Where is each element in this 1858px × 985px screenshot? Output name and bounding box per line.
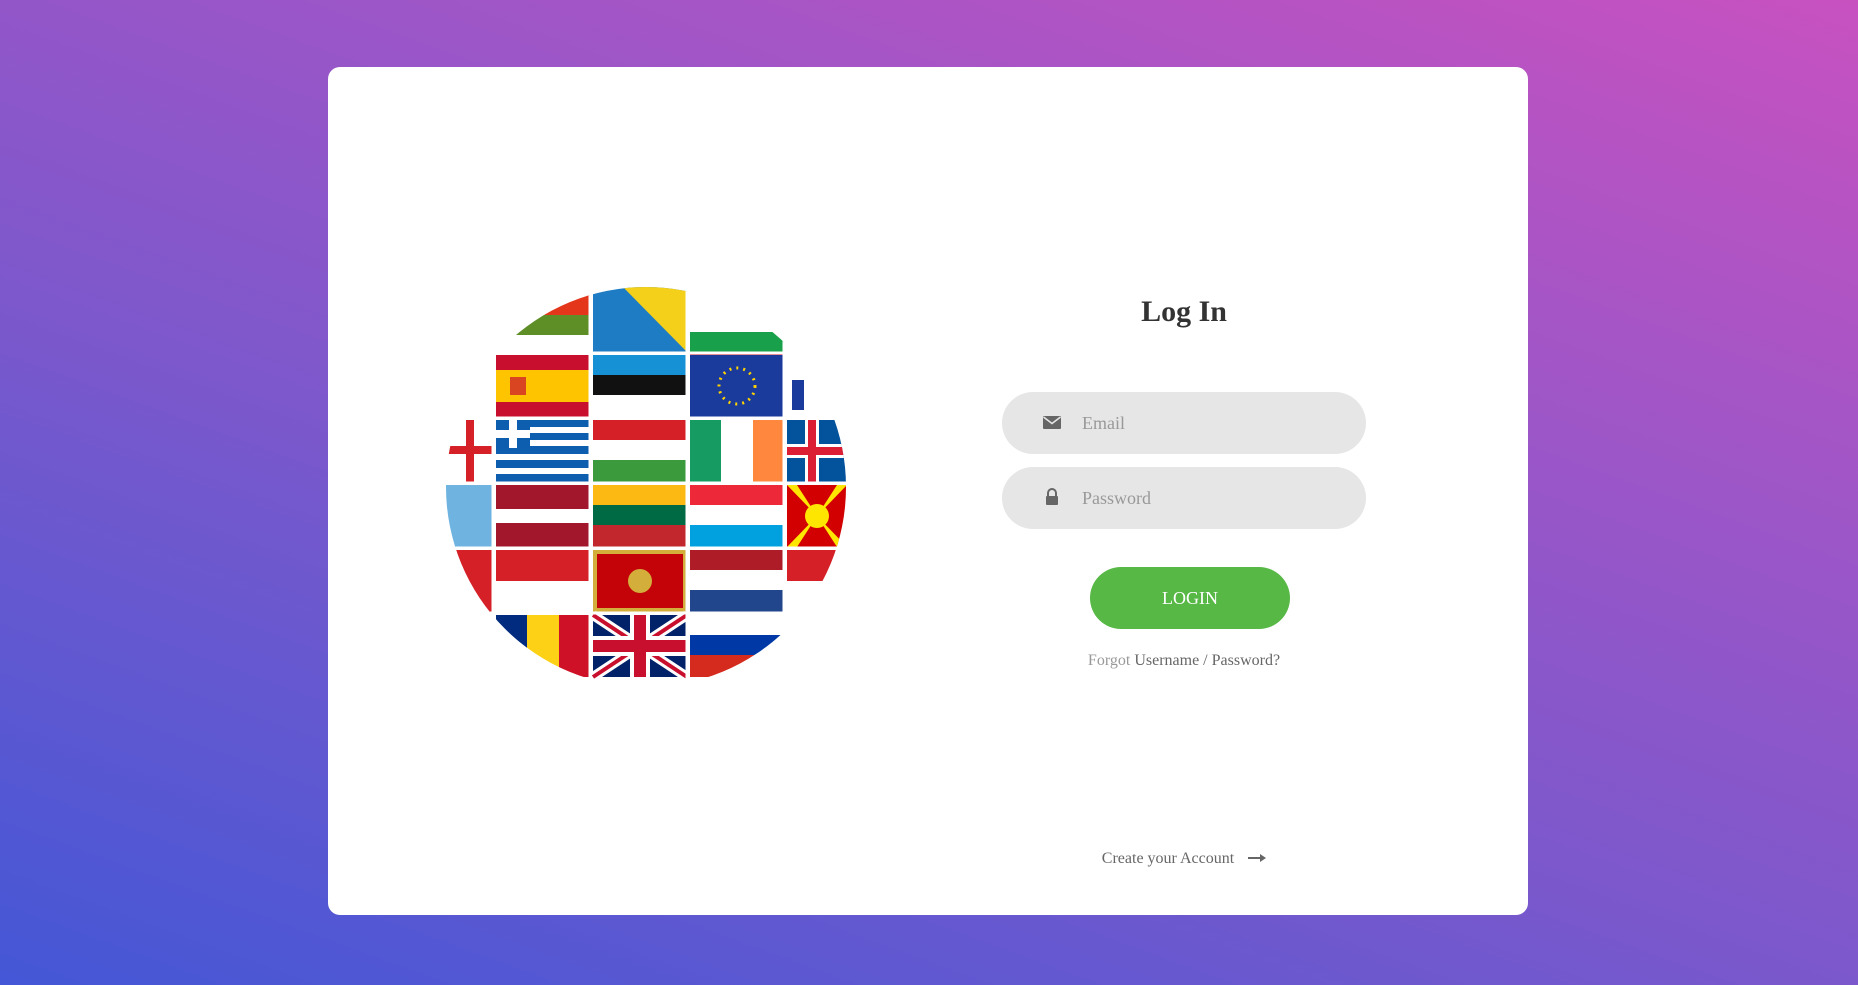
forgot-credentials: Forgot Username / Password? xyxy=(1002,652,1366,670)
lock-icon xyxy=(1042,487,1064,509)
forgot-password-link[interactable]: Password? xyxy=(1212,652,1280,669)
password-field-wrapper[interactable] xyxy=(1002,467,1366,529)
envelope-icon xyxy=(1042,412,1064,434)
forgot-prefix: Forgot xyxy=(1087,652,1131,669)
login-card: Log In LOGIN Forgot Username xyxy=(328,67,1528,915)
forgot-username-link[interactable]: Username xyxy=(1134,652,1199,669)
create-account-label: Create your Account xyxy=(1101,850,1235,867)
create-account-link[interactable]: Create your Account xyxy=(1101,850,1267,868)
arrow-right-icon xyxy=(1248,850,1267,868)
forgot-separator: / xyxy=(1203,652,1208,669)
login-button[interactable]: LOGIN xyxy=(1090,567,1290,629)
login-title: Log In xyxy=(1141,295,1227,328)
flags-globe-image xyxy=(446,287,846,687)
create-account: Create your Account xyxy=(1002,850,1366,868)
email-input[interactable] xyxy=(1082,392,1342,454)
password-input[interactable] xyxy=(1082,467,1342,529)
page-background: { "login": { "title": "Log In", "email_p… xyxy=(0,0,1858,985)
email-field-wrapper[interactable] xyxy=(1002,392,1366,454)
